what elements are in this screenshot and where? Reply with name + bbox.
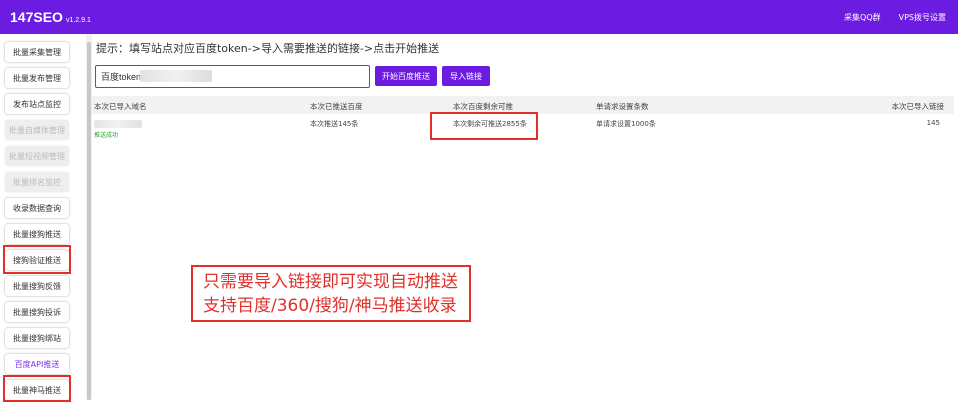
main-panel: 提示：填写站点对应百度token->导入需要推送的链接->点击开始推送 开始百度… bbox=[92, 34, 958, 400]
domain-redaction bbox=[94, 120, 142, 128]
app-version: v1.2.9.1 bbox=[65, 17, 91, 24]
instruction-hint: 提示：填写站点对应百度token->导入需要推送的链接->点击开始推送 bbox=[96, 42, 440, 55]
sidebar-item-sogou-complaint[interactable]: 批量搜狗投诉 bbox=[5, 302, 69, 322]
cell-imported: 145 bbox=[926, 119, 940, 127]
feature-callout: 只需要导入链接即可实现自动推送 支持百度/360/搜狗/神马推送收录 bbox=[191, 265, 471, 322]
sidebar-item-rank-monitor[interactable]: 批量排名监控 bbox=[5, 172, 69, 192]
start-baidu-push-button[interactable]: 开始百度推送 bbox=[375, 66, 437, 86]
app-title: 147SEO v1.2.9.1 bbox=[10, 9, 91, 25]
sidebar-scrollbar-thumb[interactable] bbox=[87, 42, 91, 400]
header-links: 采集QQ群 VPS拨号设置 bbox=[844, 12, 946, 23]
sidebar-item-batch-publish[interactable]: 批量发布管理 bbox=[5, 68, 69, 88]
sidebar-item-publish-monitor[interactable]: 发布站点监控 bbox=[5, 94, 69, 114]
cell-pushed: 本次推送145条 bbox=[310, 120, 359, 128]
sidebar-item-shenma-push[interactable]: 批量神马推送 bbox=[5, 380, 69, 400]
table-header: 本次已导入域名 本次已推送百度 本次百度剩余可推 单请求设置条数 本次已导入链接 bbox=[92, 96, 954, 114]
baidu-token-input[interactable] bbox=[95, 65, 370, 88]
sidebar-item-index-query[interactable]: 收录数据查询 bbox=[5, 198, 69, 218]
col-pushed-baidu: 本次已推送百度 bbox=[310, 102, 363, 111]
callout-line-1: 只需要导入链接即可实现自动推送 bbox=[203, 272, 458, 292]
push-status: 推送成功 bbox=[94, 132, 119, 139]
col-per-request: 单请求设置条数 bbox=[596, 102, 649, 111]
qq-group-link[interactable]: 采集QQ群 bbox=[844, 12, 881, 23]
sidebar-item-self-media[interactable]: 批量自媒体管理 bbox=[5, 120, 69, 140]
col-remaining: 本次百度剩余可推 bbox=[453, 102, 513, 111]
cell-per-request: 单请求设置1000条 bbox=[596, 120, 656, 128]
sidebar-item-short-video[interactable]: 批量短视频管理 bbox=[5, 146, 69, 166]
sidebar: 批量采集管理 批量发布管理 发布站点监控 批量自媒体管理 批量短视频管理 批量排… bbox=[0, 34, 88, 402]
table-row: 推送成功 本次推送145条 本次剩余可推送2855条 单请求设置1000条 14… bbox=[92, 114, 954, 140]
sidebar-item-sogou-push[interactable]: 批量搜狗推送 bbox=[5, 224, 69, 244]
col-imported-domain: 本次已导入域名 bbox=[94, 102, 147, 111]
sidebar-item-sogou-verify-push[interactable]: 搜狗验证推送 bbox=[5, 250, 69, 270]
sidebar-item-batch-collect[interactable]: 批量采集管理 bbox=[5, 42, 69, 62]
token-redaction bbox=[140, 70, 212, 82]
sidebar-item-baidu-api-push[interactable]: 百度API推送 bbox=[5, 354, 69, 374]
vps-dial-settings-link[interactable]: VPS拨号设置 bbox=[899, 12, 946, 23]
cell-remaining: 本次剩余可推送2855条 bbox=[453, 120, 527, 128]
sidebar-item-sogou-bind-site[interactable]: 批量搜狗绑站 bbox=[5, 328, 69, 348]
sidebar-item-sogou-feedback[interactable]: 批量搜狗反馈 bbox=[5, 276, 69, 296]
import-links-button[interactable]: 导入链接 bbox=[442, 66, 490, 86]
app-header: 147SEO v1.2.9.1 采集QQ群 VPS拨号设置 bbox=[0, 0, 958, 34]
app-name: 147SEO bbox=[10, 9, 63, 25]
col-imported-links: 本次已导入链接 bbox=[891, 102, 945, 111]
callout-line-2: 支持百度/360/搜狗/神马推送收录 bbox=[203, 296, 457, 316]
